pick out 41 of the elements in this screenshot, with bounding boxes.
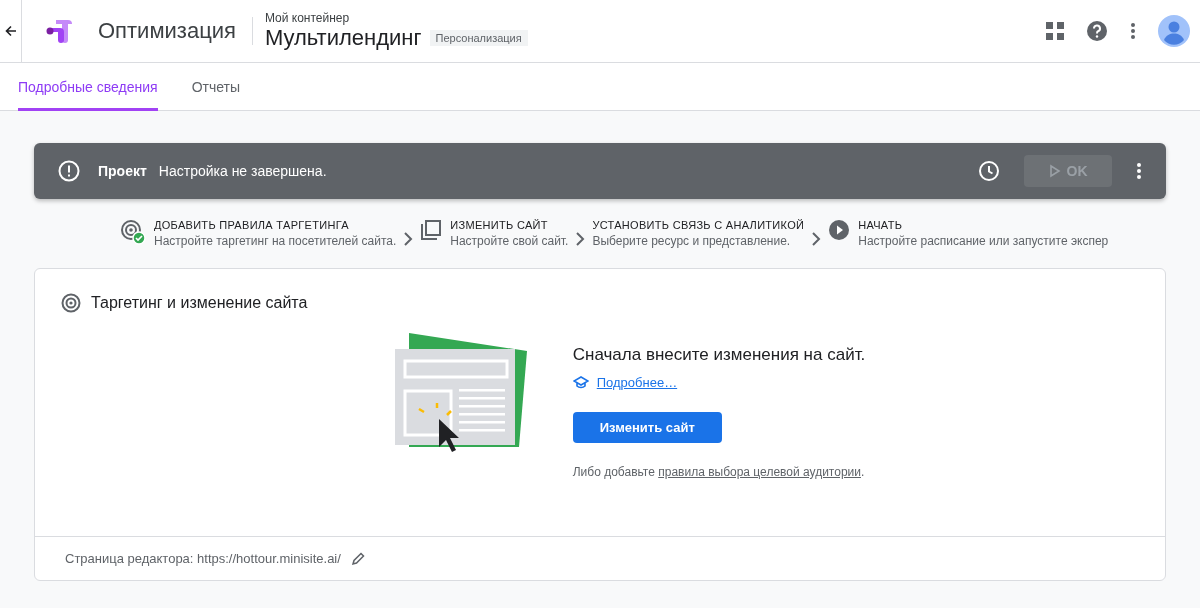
card-title: Таргетинг и изменение сайта (91, 294, 308, 312)
tab[interactable]: Отчеты (191, 63, 241, 111)
container-name: Мой контейнер (264, 11, 351, 25)
alternative-note: Либо добавьте правила выбора целевой аудитории. (572, 465, 866, 479)
step-title: НАЧАТЬ (858, 219, 904, 231)
product-name: Оптимизация (98, 18, 236, 44)
chevron-icon (402, 230, 415, 247)
step-description: Настройте таргетинг на посетителей сайта. (154, 234, 397, 248)
type-badge: Персонализация (429, 30, 528, 46)
edit-pencil-icon[interactable] (350, 551, 365, 566)
step-title: УСТАНОВИТЬ СВЯЗЬ С АНАЛИТИКОЙ (592, 219, 805, 231)
graduation-cap-icon (572, 376, 589, 389)
tab[interactable]: Подробные сведения (18, 63, 158, 111)
more-vertical-icon[interactable] (1136, 162, 1142, 180)
step-description: Выберите ресурс и представление. (592, 234, 792, 248)
chevron-icon (810, 230, 823, 247)
copy-icon (420, 219, 443, 241)
step-description: Настройте расписание или запустите экспер (858, 234, 1109, 248)
target-icon (61, 293, 81, 313)
back-arrow-icon (4, 25, 17, 37)
apps-grid-icon[interactable] (1046, 22, 1064, 40)
help-icon[interactable] (1086, 20, 1108, 42)
audience-rules-link[interactable]: правила выбора целевой аудитории (658, 465, 861, 479)
chevron-icon (574, 230, 587, 247)
play-icon (1048, 164, 1061, 178)
banner-title: Проект (98, 163, 147, 179)
more-vertical-icon[interactable] (1130, 22, 1136, 40)
learn-more-link[interactable]: Подробнее… (596, 375, 678, 390)
play-icon (828, 219, 851, 241)
alert-icon (58, 160, 80, 182)
logo-icon (44, 18, 74, 44)
banner-message: Настройка не завершена. (158, 163, 327, 179)
editor-page-url: Страница редактора: https://hottour.minisite.ai/ (65, 551, 341, 566)
step-description: Настройте свой сайт. (450, 234, 569, 248)
empty-state-message: Сначала внесите изменения на сайт. (572, 345, 866, 365)
step-title: ИЗМЕНИТЬ САЙТ (450, 219, 549, 231)
schedule-clock-icon[interactable] (978, 160, 1000, 182)
experience-name: Мультилендинг (264, 25, 422, 51)
avatar-icon[interactable] (1158, 15, 1190, 47)
step-title: ДОБАВИТЬ ПРАВИЛА ТАРГЕТИНГА (154, 219, 350, 231)
edit-site-button[interactable]: Изменить сайт (572, 412, 722, 443)
